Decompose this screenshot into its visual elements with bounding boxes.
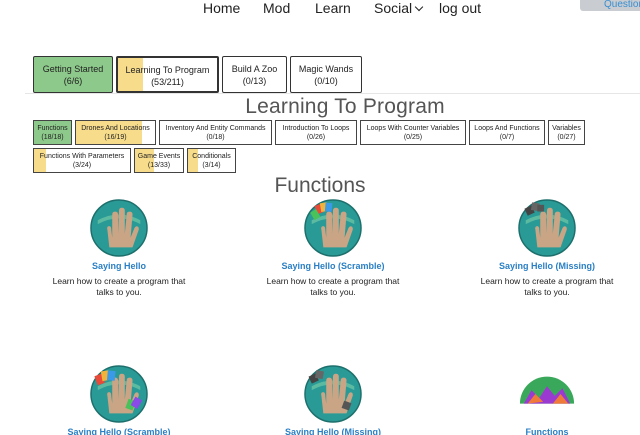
unit-tab-loops-and-functions[interactable]: Loops And Functions (0/7): [469, 120, 545, 145]
unit-tab-count: (0/26): [306, 134, 326, 141]
lesson-title[interactable]: Saying Hello (Missing): [452, 260, 640, 272]
nav-social-dropdown[interactable]: Social: [374, 0, 424, 16]
unit-tab-drones-and-locations[interactable]: Drones And Locations (16/19): [75, 120, 156, 145]
unit-tab-label: Variables: [552, 125, 581, 132]
nav-home-link[interactable]: Home: [203, 0, 240, 16]
hand-scramble-icon: [304, 199, 362, 257]
functions-icon: [519, 376, 575, 404]
course-tab-getting-started[interactable]: Getting Started (6/6): [33, 56, 113, 93]
course-tab-magic-wands[interactable]: Magic Wands (0/10): [290, 56, 362, 93]
unit-tab-loops-with-counter-variables[interactable]: Loops With Counter Variables (0/25): [360, 120, 466, 145]
unit-tab-label: Loops And Functions: [474, 125, 540, 132]
course-tab-label: Getting Started: [42, 64, 104, 74]
hand-missing-icon: [518, 199, 576, 257]
hand-missing-icon: [304, 365, 362, 423]
course-title: Learning To Program: [245, 95, 445, 118]
unit-tab-variables[interactable]: Variables (0/27): [548, 120, 585, 145]
unit-tab-inventory-and-entity-commands[interactable]: Inventory And Entity Commands (0/18): [159, 120, 272, 145]
unit-tab-functions-with-parameters[interactable]: Functions With Parameters (3/24): [33, 148, 131, 173]
unit-tab-count: (0/25): [403, 134, 423, 141]
unit-tab-count: (0/18): [206, 134, 225, 141]
lesson-card[interactable]: Functions: [452, 365, 640, 435]
lesson-card[interactable]: Saying Hello (Scramble): [24, 365, 214, 435]
divider: [25, 93, 640, 94]
unit-tab-count: (0/27): [557, 134, 576, 141]
lesson-card[interactable]: Saying Hello (Scramble) Learn how to cre…: [238, 199, 428, 298]
course-tab-learning-to-program[interactable]: Learning To Program (53/211): [116, 56, 219, 93]
lesson-title[interactable]: Saying Hello (Scramble): [24, 426, 214, 435]
unit-tab-label: Game Events: [137, 153, 181, 160]
nav-learn-link[interactable]: Learn: [315, 0, 351, 16]
lesson-card[interactable]: Saying Hello Learn how to create a progr…: [24, 199, 214, 298]
course-tab-build-a-zoo[interactable]: Build A Zoo (0/13): [222, 56, 287, 93]
chevron-down-icon: [414, 2, 424, 12]
unit-title: Functions: [274, 174, 366, 197]
course-tab-count: (0/13): [242, 76, 267, 86]
lesson-card[interactable]: Saying Hello (Missing): [238, 365, 428, 435]
unit-tab-label: Functions With Parameters: [39, 153, 125, 160]
course-tab-count: (53/211): [151, 77, 184, 87]
unit-tab-functions[interactable]: Functions (18/18): [33, 120, 72, 145]
top-nav: Home Mod Learn Social log out Questions: [0, 0, 640, 18]
unit-tab-label: Conditionals: [192, 153, 231, 160]
unit-tab-count: (13/33): [147, 162, 171, 169]
course-tab-label: Build A Zoo: [231, 64, 278, 74]
unit-tab-count: (16/19): [104, 134, 127, 141]
hand-scramble-icon: [90, 365, 148, 423]
lesson-title[interactable]: Saying Hello (Scramble): [238, 260, 428, 272]
course-tab-label: Learning To Program: [125, 65, 210, 75]
unit-tab-count: (18/18): [41, 134, 64, 141]
lesson-title[interactable]: Saying Hello: [24, 260, 214, 272]
unit-tab-introduction-to-loops[interactable]: Introduction To Loops (0/26): [275, 120, 357, 145]
unit-tab-label: Inventory And Entity Commands: [165, 125, 266, 132]
unit-tab-label: Loops With Counter Variables: [366, 125, 460, 132]
questions-tab[interactable]: Questions: [580, 0, 640, 11]
unit-tab-count: (3/14): [202, 162, 221, 169]
unit-tab-game-events[interactable]: Game Events (13/33): [134, 148, 184, 173]
hand-icon: [90, 199, 148, 257]
unit-tab-label: Drones And Locations: [81, 125, 150, 132]
course-tab-label: Magic Wands: [298, 64, 354, 74]
lesson-description: Learn how to create a program that talks…: [266, 276, 400, 297]
lesson-card[interactable]: Saying Hello (Missing) Learn how to crea…: [452, 199, 640, 298]
unit-tab-label: Introduction To Loops: [282, 125, 350, 132]
course-tab-count: (6/6): [63, 76, 83, 86]
unit-tab-label: Functions: [37, 125, 68, 132]
nav-mod-link[interactable]: Mod: [263, 0, 290, 16]
unit-tab-count: (0/7): [499, 134, 515, 141]
lesson-description: Learn how to create a program that talks…: [480, 276, 614, 297]
unit-tab-count: (3/24): [72, 162, 92, 169]
lesson-title[interactable]: Saying Hello (Missing): [238, 426, 428, 435]
unit-tab-conditionals[interactable]: Conditionals (3/14): [187, 148, 236, 173]
lesson-title[interactable]: Functions: [452, 426, 640, 435]
nav-social-label: Social: [374, 0, 413, 16]
logout-link[interactable]: log out: [439, 0, 481, 16]
course-tab-count: (0/10): [314, 76, 338, 86]
lesson-description: Learn how to create a program that talks…: [52, 276, 186, 297]
